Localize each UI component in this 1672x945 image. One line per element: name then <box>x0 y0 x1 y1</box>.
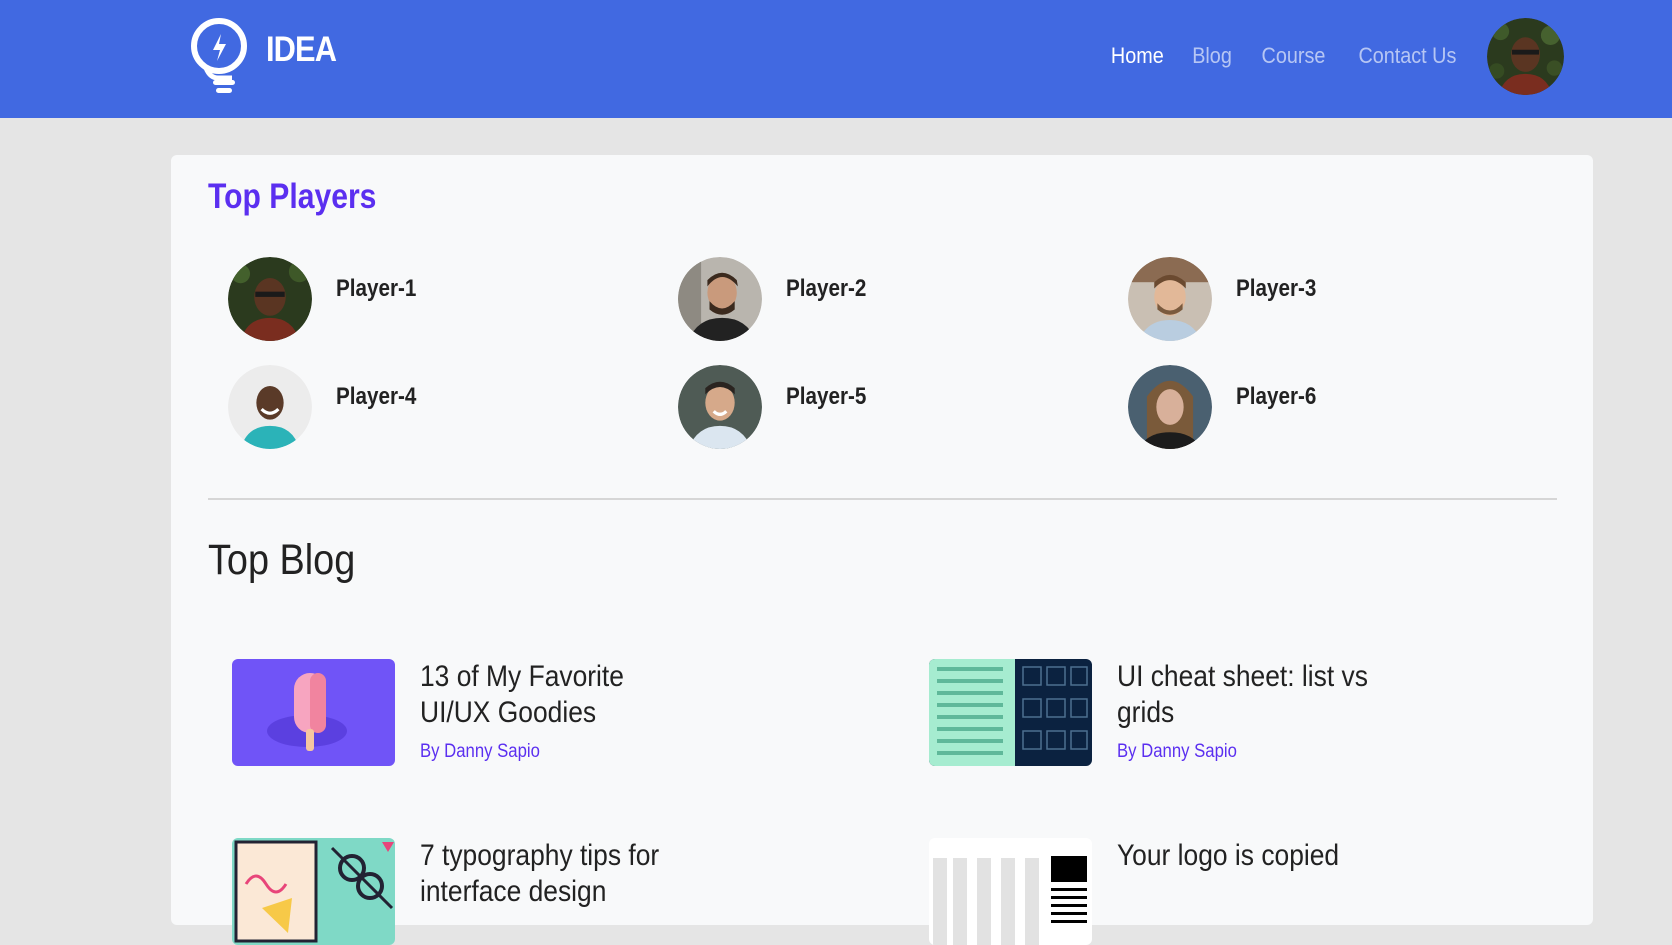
blog-item[interactable]: Your logo is copied <box>929 838 1417 945</box>
blog-author[interactable]: By Danny Sapio <box>420 741 684 763</box>
navbar: IDEA Home Blog Course Contact Us <box>0 0 1672 118</box>
player-name: Player-6 <box>1236 383 1317 410</box>
blog-title[interactable]: Your logo is copied <box>1117 838 1381 874</box>
blog-author[interactable]: By Danny Sapio <box>1117 741 1381 763</box>
blog-thumbnail <box>232 838 395 945</box>
brand[interactable]: IDEA <box>188 16 346 96</box>
user-avatar[interactable] <box>1487 18 1564 95</box>
blog-text: 13 of My Favorite UI/UX Goodies By Danny… <box>420 659 720 763</box>
player-card[interactable]: Player-4 <box>228 365 429 449</box>
nav-links: Home Blog Course Contact Us <box>1084 0 1462 112</box>
section-divider <box>208 498 1557 500</box>
blog-title[interactable]: 7 typography tips for interface design <box>420 838 684 910</box>
player-name: Player-5 <box>786 383 867 410</box>
blog-item[interactable]: 7 typography tips for interface design <box>232 838 720 945</box>
player-card[interactable]: Player-6 <box>1128 365 1329 449</box>
player-card[interactable]: Player-1 <box>228 257 429 341</box>
player-card[interactable]: Player-2 <box>678 257 879 341</box>
player-name: Player-4 <box>336 383 417 410</box>
avatar <box>678 257 762 341</box>
top-blog-title: Top Blog <box>208 536 356 584</box>
player-card[interactable]: Player-3 <box>1128 257 1329 341</box>
blog-item[interactable]: UI cheat sheet: list vs grids By Danny S… <box>929 659 1417 766</box>
nav-link-home[interactable]: Home <box>1110 43 1163 69</box>
blog-item[interactable]: 13 of My Favorite UI/UX Goodies By Danny… <box>232 659 720 766</box>
blog-title[interactable]: 13 of My Favorite UI/UX Goodies <box>420 659 684 731</box>
nav-link-contact-us[interactable]: Contact Us <box>1359 43 1457 69</box>
player-name: Player-3 <box>1236 275 1317 302</box>
blog-title[interactable]: UI cheat sheet: list vs grids <box>1117 659 1381 731</box>
nav-link-blog[interactable]: Blog <box>1192 43 1232 69</box>
avatar <box>678 365 762 449</box>
lightbulb-logo-icon <box>191 18 247 93</box>
brand-name: IDEA <box>266 30 337 69</box>
blog-thumbnail <box>929 659 1092 766</box>
avatar <box>228 365 312 449</box>
player-name: Player-1 <box>336 275 417 302</box>
blog-text: 7 typography tips for interface design <box>420 838 720 910</box>
blog-thumbnail <box>929 838 1092 945</box>
avatar <box>1128 365 1212 449</box>
player-name: Player-2 <box>786 275 867 302</box>
player-card[interactable]: Player-5 <box>678 365 879 449</box>
avatar <box>1128 257 1212 341</box>
nav-link-course[interactable]: Course <box>1262 43 1326 69</box>
top-players-title: Top Players <box>208 177 377 216</box>
avatar <box>228 257 312 341</box>
blog-thumbnail <box>232 659 395 766</box>
blog-text: UI cheat sheet: list vs grids By Danny S… <box>1117 659 1417 763</box>
main-card: Top Players Player-1 Player-2 Player-3 P… <box>171 155 1593 945</box>
blog-text: Your logo is copied <box>1117 838 1417 874</box>
